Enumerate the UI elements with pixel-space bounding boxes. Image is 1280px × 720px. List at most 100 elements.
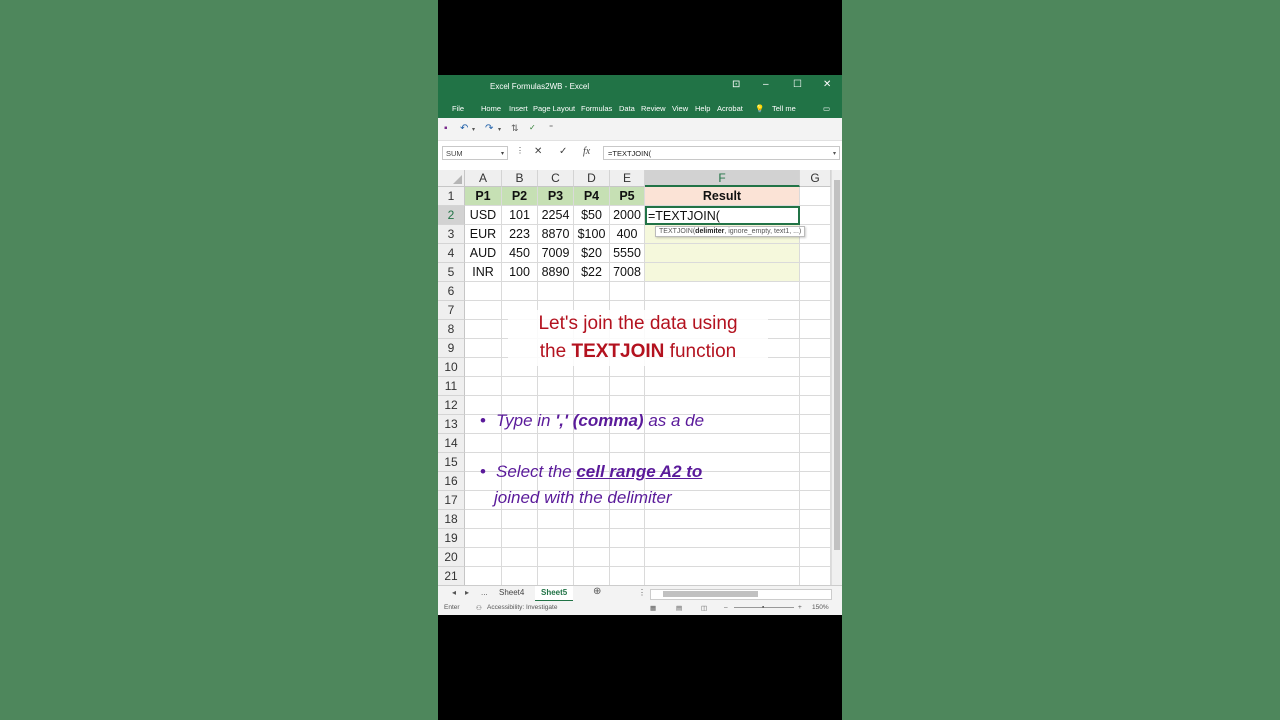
empty-cell[interactable]	[574, 529, 610, 548]
cell-d5[interactable]: $22	[574, 263, 610, 282]
empty-cell[interactable]	[800, 187, 831, 206]
empty-cell[interactable]	[610, 510, 645, 529]
empty-cell[interactable]	[538, 548, 574, 567]
empty-cell[interactable]	[800, 453, 831, 472]
empty-cell[interactable]	[800, 567, 831, 586]
enter-icon[interactable]: ✓	[559, 146, 567, 157]
column-header-a[interactable]: A	[465, 170, 502, 187]
cell-a1[interactable]: P1	[465, 187, 502, 206]
cell-c2[interactable]: 2254	[538, 206, 574, 225]
tell-me-search[interactable]: Tell me	[772, 104, 796, 113]
close-icon[interactable]: ✕	[823, 79, 831, 90]
empty-cell[interactable]	[465, 377, 502, 396]
empty-cell[interactable]	[538, 377, 574, 396]
empty-cell[interactable]	[800, 548, 831, 567]
empty-cell[interactable]	[800, 282, 831, 301]
spelling-icon[interactable]: ✓	[529, 123, 536, 132]
empty-cell[interactable]	[538, 282, 574, 301]
empty-cell[interactable]	[610, 529, 645, 548]
tab-insert[interactable]: Insert	[509, 104, 528, 113]
tab-view[interactable]: View	[672, 104, 688, 113]
formula-input[interactable]: =TEXTJOIN( ▾	[603, 146, 840, 160]
accessibility-status[interactable]: Accessibility: Investigate	[487, 604, 557, 611]
cell-a5[interactable]: INR	[465, 263, 502, 282]
scroll-right-icon[interactable]: ▸	[465, 588, 469, 597]
row-header-11[interactable]: 11	[438, 377, 465, 396]
empty-cell[interactable]	[610, 282, 645, 301]
cell-c4[interactable]: 7009	[538, 244, 574, 263]
redo-dropdown-icon[interactable]: ▾	[498, 126, 501, 133]
sheet-options-icon[interactable]: ⋮	[638, 588, 646, 597]
name-box[interactable]: SUM ▾	[442, 146, 508, 160]
row-header-16[interactable]: 16	[438, 472, 465, 491]
accessibility-icon[interactable]: ⚇	[476, 604, 482, 612]
row-header-17[interactable]: 17	[438, 491, 465, 510]
cell-d3[interactable]: $100	[574, 225, 610, 244]
minimize-icon[interactable]: –	[763, 79, 769, 90]
row-header-1[interactable]: 1	[438, 187, 465, 206]
row-header-13[interactable]: 13	[438, 415, 465, 434]
tab-home[interactable]: Home	[481, 104, 501, 113]
row-header-6[interactable]: 6	[438, 282, 465, 301]
cell-e2[interactable]: 2000	[610, 206, 645, 225]
empty-cell[interactable]	[574, 377, 610, 396]
cell-e1[interactable]: P5	[610, 187, 645, 206]
row-header-9[interactable]: 9	[438, 339, 465, 358]
save-icon[interactable]: ▪	[444, 123, 448, 134]
column-header-e[interactable]: E	[610, 170, 645, 187]
tooltip-current-arg[interactable]: delimiter	[695, 228, 724, 235]
tab-help[interactable]: Help	[695, 104, 710, 113]
row-header-2[interactable]: 2	[438, 206, 465, 225]
page-layout-view-icon[interactable]: ▤	[676, 604, 682, 612]
sort-icon[interactable]: ⇅	[511, 123, 519, 134]
empty-cell[interactable]	[800, 434, 831, 453]
tab-file[interactable]: File	[452, 104, 464, 113]
empty-cell[interactable]	[800, 244, 831, 263]
cell-e4[interactable]: 5550	[610, 244, 645, 263]
lightbulb-icon[interactable]: 💡	[755, 104, 764, 113]
empty-cell[interactable]	[645, 510, 800, 529]
row-header-12[interactable]: 12	[438, 396, 465, 415]
row-header-8[interactable]: 8	[438, 320, 465, 339]
empty-cell[interactable]	[645, 529, 800, 548]
row-header-18[interactable]: 18	[438, 510, 465, 529]
row-header-19[interactable]: 19	[438, 529, 465, 548]
tab-acrobat[interactable]: Acrobat	[717, 104, 743, 113]
column-header-d[interactable]: D	[574, 170, 610, 187]
empty-cell[interactable]	[574, 548, 610, 567]
normal-view-icon[interactable]: ▦	[650, 604, 656, 612]
cell-c3[interactable]: 8870	[538, 225, 574, 244]
cell-a4[interactable]: AUD	[465, 244, 502, 263]
empty-cell[interactable]	[574, 567, 610, 586]
empty-cell[interactable]	[610, 567, 645, 586]
row-header-3[interactable]: 3	[438, 225, 465, 244]
empty-cell[interactable]	[574, 510, 610, 529]
empty-cell[interactable]	[800, 358, 831, 377]
empty-cell[interactable]	[502, 282, 538, 301]
cell-e5[interactable]: 7008	[610, 263, 645, 282]
insert-function-icon[interactable]: fx	[583, 146, 590, 157]
zoom-slider-thumb[interactable]: ▪	[762, 604, 764, 611]
empty-cell[interactable]	[502, 529, 538, 548]
empty-cell[interactable]	[502, 567, 538, 586]
cell-b3[interactable]: 223	[502, 225, 538, 244]
empty-cell[interactable]	[502, 510, 538, 529]
cell-a3[interactable]: EUR	[465, 225, 502, 244]
column-header-c[interactable]: C	[538, 170, 574, 187]
select-all-corner[interactable]	[438, 170, 465, 187]
cancel-icon[interactable]: ✕	[534, 146, 542, 157]
empty-cell[interactable]	[538, 510, 574, 529]
empty-cell[interactable]	[645, 548, 800, 567]
empty-cell[interactable]	[800, 491, 831, 510]
empty-cell[interactable]	[645, 567, 800, 586]
empty-cell[interactable]	[465, 358, 502, 377]
cell-b5[interactable]: 100	[502, 263, 538, 282]
sheet-tab-sheet5[interactable]: Sheet5	[535, 586, 574, 602]
row-header-15[interactable]: 15	[438, 453, 465, 472]
maximize-icon[interactable]: ☐	[793, 79, 802, 90]
vertical-scrollbar[interactable]	[831, 170, 842, 585]
horizontal-scroll-thumb[interactable]	[663, 591, 758, 597]
vertical-scroll-thumb[interactable]	[834, 180, 840, 550]
empty-cell[interactable]	[465, 529, 502, 548]
horizontal-scrollbar[interactable]	[650, 589, 832, 600]
